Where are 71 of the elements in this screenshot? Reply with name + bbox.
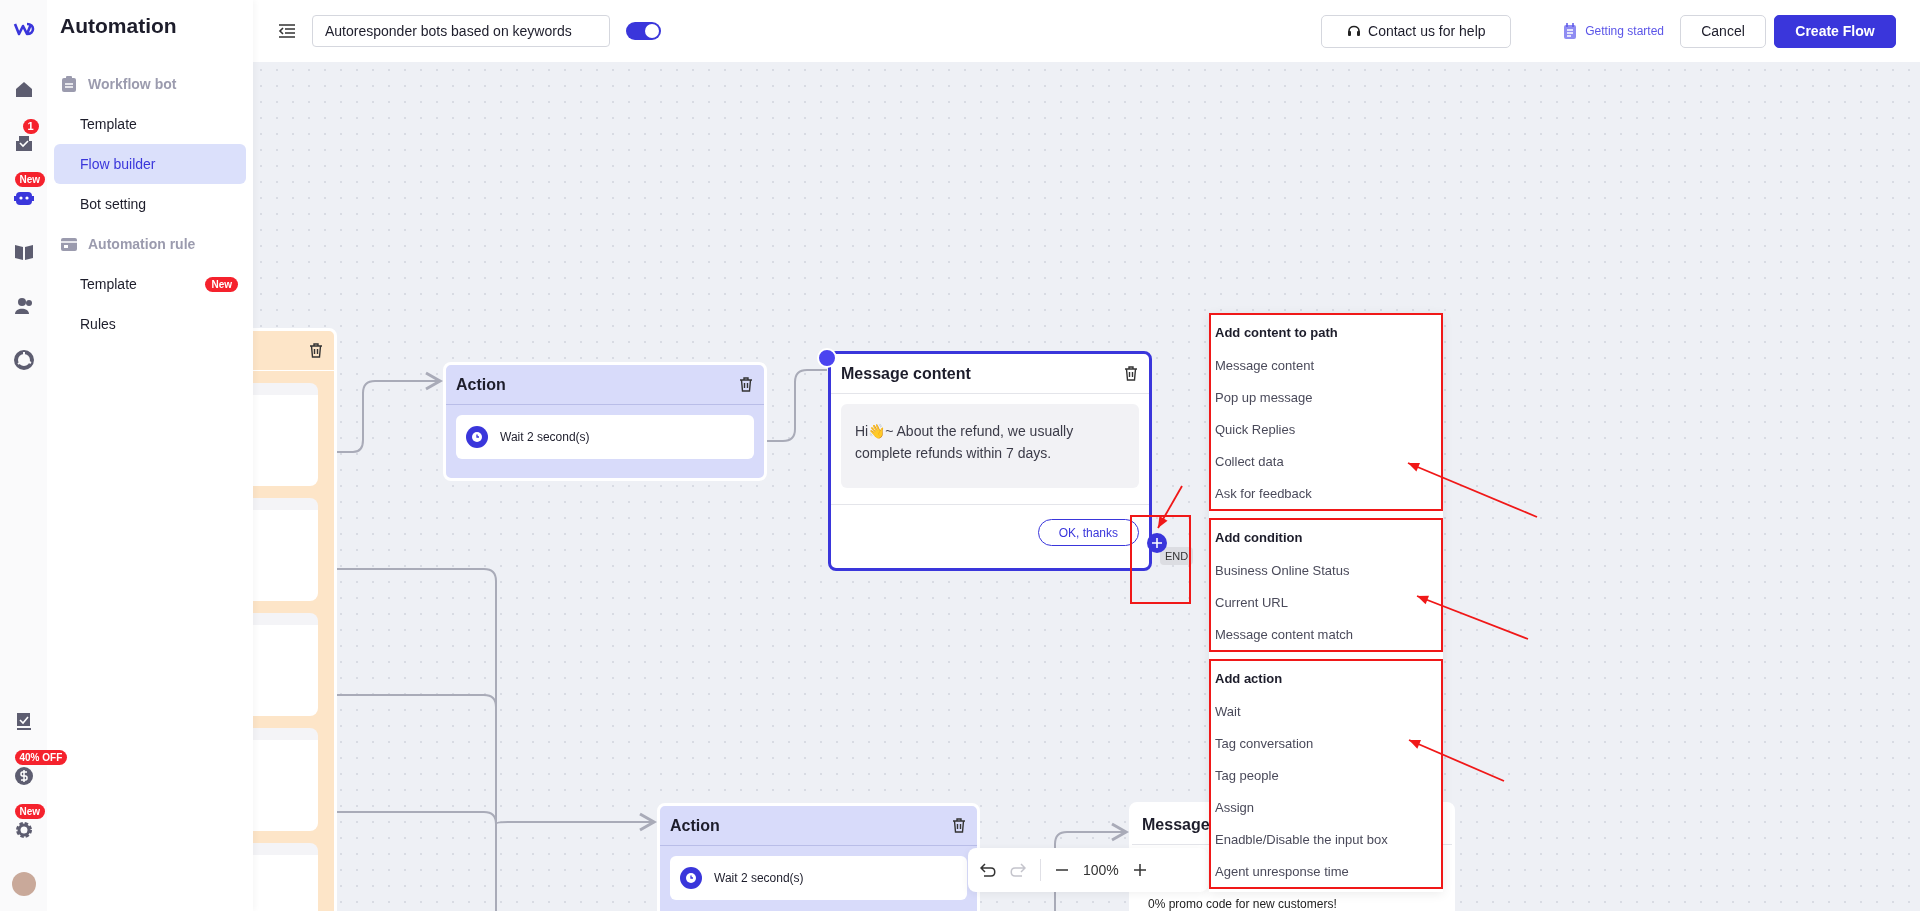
message-text: Hi👋~ About the refund, we usually complete refunds within 7 days. (841, 404, 1139, 488)
message-node[interactable]: Message content Hi👋~ About the refund, we usually complete refunds within 7 days. OK, thanks (828, 351, 1152, 571)
node-title: Message content (841, 364, 971, 383)
zoom-in-icon[interactable] (1132, 863, 1147, 877)
annotation-arrow (1157, 485, 1183, 529)
menu-item[interactable]: Assign (1215, 791, 1441, 823)
menu-item[interactable]: Enadble/Disable the input box (1215, 823, 1441, 855)
menu-item[interactable]: Quick Replies (1215, 413, 1441, 445)
connection-port[interactable] (817, 348, 837, 368)
zoom-level: 100% (1083, 862, 1119, 878)
step-card[interactable]: Wait 2 second(s) (456, 415, 754, 459)
people-icon[interactable] (12, 295, 35, 317)
notification-badge: New (14, 172, 46, 187)
menu-heading: Add content to path (1215, 323, 1339, 342)
getting-started-link[interactable]: Getting started (1585, 24, 1664, 38)
menu-heading: Add action (1215, 669, 1284, 688)
node-title: Action (456, 375, 506, 394)
step-label: Wait 2 second(s) (714, 871, 804, 885)
sidebar-item[interactable]: Bot setting (54, 184, 246, 224)
document-icon (1563, 22, 1578, 40)
clock-icon (680, 867, 702, 889)
menu-item[interactable]: Collect data (1215, 445, 1441, 477)
create-flow-button[interactable]: Create Flow (1774, 14, 1896, 48)
menu-item[interactable]: Pop up message (1215, 381, 1441, 413)
sidebar-item-label[interactable]: Template (80, 276, 137, 292)
trash-icon[interactable] (738, 376, 754, 393)
sidebar-item[interactable]: Template (54, 104, 246, 144)
dollar-icon[interactable] (12, 765, 35, 787)
notification-badge: 1 (22, 119, 39, 134)
flow-name-field[interactable]: Autoresponder bots based on keywords (312, 15, 610, 47)
clipboard-icon (60, 75, 78, 93)
quick-reply-button[interactable]: OK, thanks (1037, 519, 1139, 546)
menu-heading: Add condition (1215, 528, 1304, 547)
enable-toggle[interactable] (626, 22, 661, 40)
step-label: Wait 2 second(s) (500, 430, 590, 444)
node-title: Message (1142, 815, 1210, 834)
menu-item[interactable]: Wait (1215, 695, 1441, 727)
end-label: END (1160, 547, 1194, 565)
menu-item[interactable]: Tag people (1215, 759, 1441, 791)
menu-item[interactable]: Message content match (1215, 618, 1441, 650)
clock-icon (466, 426, 488, 448)
section-label: Automation rule (88, 236, 196, 252)
new-badge: New (205, 276, 238, 292)
pie-chart-icon[interactable] (12, 349, 35, 371)
page-title: Automation (60, 14, 178, 38)
sidebar-item[interactable]: Flow builder (54, 144, 246, 184)
message-text: 0% promo code for new customers! (1148, 897, 1337, 911)
menu-item[interactable]: Tag conversation (1215, 727, 1441, 759)
card-icon (60, 235, 78, 253)
sidebar-item[interactable]: Template New (54, 264, 246, 304)
collapse-menu-icon[interactable] (278, 23, 296, 39)
trash-icon[interactable] (1123, 365, 1139, 382)
section-label: Workflow bot (88, 76, 177, 92)
notification-badge: New (14, 804, 46, 819)
menu-item[interactable]: Message content (1215, 349, 1441, 381)
notification-badge: 40% OFF (14, 750, 68, 765)
cancel-button[interactable]: Cancel (1680, 14, 1766, 48)
node-title: Action (670, 816, 720, 835)
step-card[interactable]: Wait 2 second(s) (670, 856, 967, 900)
action-node[interactable]: Action Wait 2 second(s) (657, 803, 980, 911)
undo-icon[interactable] (980, 863, 996, 877)
action-node[interactable]: Action Wait 2 second(s) (443, 362, 767, 481)
menu-item[interactable]: Business Online Status (1215, 554, 1441, 586)
contact-help-button[interactable]: Contact us for help (1321, 14, 1512, 48)
headset-icon (1347, 24, 1361, 38)
menu-item[interactable]: Ask for feedback (1215, 477, 1441, 509)
trash-icon[interactable] (308, 342, 324, 359)
sidebar-item[interactable]: Rules (54, 304, 246, 344)
menu-item[interactable]: Current URL (1215, 586, 1441, 618)
trash-icon[interactable] (951, 817, 967, 834)
menu-item[interactable]: Agent unresponse time (1215, 855, 1441, 887)
